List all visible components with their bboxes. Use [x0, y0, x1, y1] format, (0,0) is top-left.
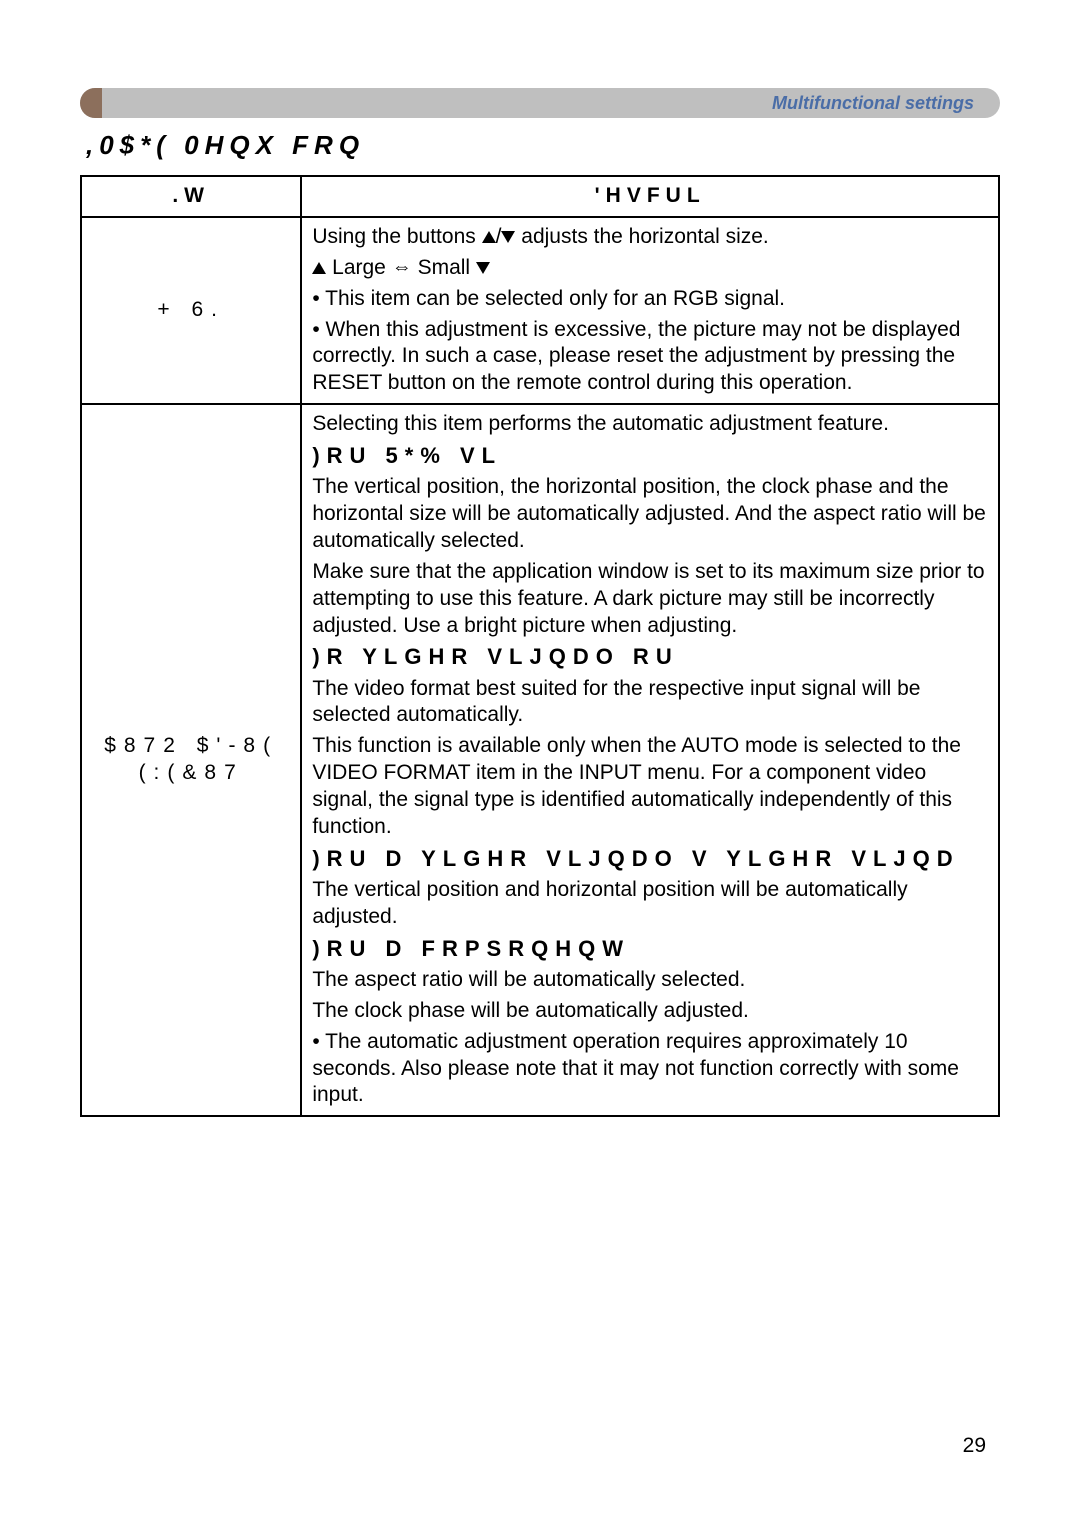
desc-text: adjusts the horizontal size. [521, 225, 768, 248]
desc-text: • This item can be selected only for an … [312, 286, 986, 313]
table-row: $872 $'-8( (:(&87 Selecting this item pe… [81, 404, 999, 1116]
desc-text: • When this adjustment is excessive, the… [312, 317, 986, 398]
left-right-arrow-icon: ⇔ [392, 255, 412, 281]
desc-text: The aspect ratio will be automatically s… [312, 967, 986, 994]
desc-text: • The automatic adjustment operation req… [312, 1029, 986, 1110]
desc-text: The clock phase will be automatically ad… [312, 998, 986, 1025]
desc-text: Make sure that the application window is… [312, 559, 986, 640]
up-arrow-icon [312, 262, 326, 274]
desc-text: Selecting this item performs the automat… [312, 411, 986, 438]
item-name: + 6. [81, 217, 301, 404]
down-arrow-icon [476, 262, 490, 274]
desc-text: Using the buttons [312, 225, 481, 248]
item-name-line: (:(&87 [86, 760, 296, 787]
item-name: $872 $'-8( (:(&87 [81, 404, 301, 1116]
page-container: Multifunctional settings ,0$*( 0HQX FRQ … [0, 0, 1080, 1117]
desc-text: The video format best suited for the res… [312, 676, 986, 730]
up-arrow-icon [482, 231, 496, 243]
down-arrow-icon [501, 231, 515, 243]
settings-table: .W 'HVFUL + 6. Using the buttons / adjus… [80, 175, 1000, 1117]
desc-text: This function is available only when the… [312, 733, 986, 841]
desc-subhead: )RU D YLGHR VLJQDO V YLGHR VLJQD [312, 845, 986, 873]
item-name-line: $872 $'-8( [86, 733, 296, 760]
desc-text: Large [332, 256, 386, 279]
item-description: Selecting this item performs the automat… [301, 404, 999, 1116]
page-title: ,0$*( 0HQX FRQ [86, 130, 1000, 161]
page-number: 29 [963, 1434, 986, 1458]
item-description: Using the buttons / adjusts the horizont… [301, 217, 999, 404]
column-header-description: 'HVFUL [301, 176, 999, 217]
desc-subhead: )R YLGHR VLJQDO RU [312, 643, 986, 671]
desc-text: The vertical position and horizontal pos… [312, 877, 986, 931]
header-label: Multifunctional settings [772, 93, 974, 114]
table-row: + 6. Using the buttons / adjusts the hor… [81, 217, 999, 404]
desc-subhead: )RU D FRPSRQHQW [312, 935, 986, 963]
desc-text: Small [418, 256, 471, 279]
desc-text: The vertical position, the horizontal po… [312, 474, 986, 555]
header-bar: Multifunctional settings [80, 88, 1000, 118]
column-header-item: .W [81, 176, 301, 217]
desc-subhead: )RU 5*% VL [312, 442, 986, 470]
